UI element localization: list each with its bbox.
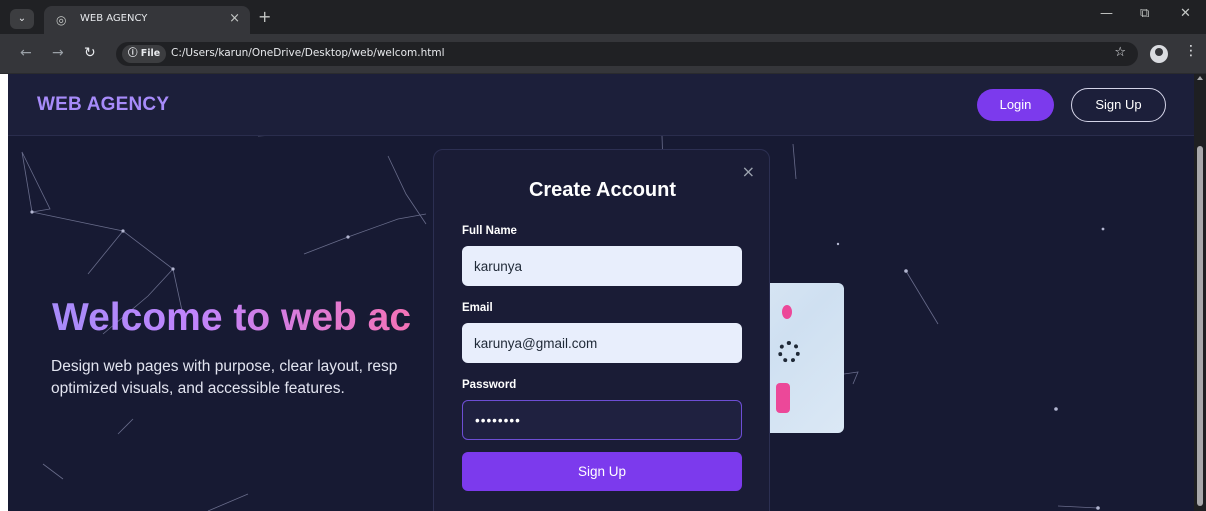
create-account-modal: × Create Account Full Name Email Passwor… bbox=[433, 149, 770, 511]
globe-icon: ◎ bbox=[56, 13, 67, 27]
modal-title: Create Account bbox=[528, 179, 677, 201]
profile-icon[interactable] bbox=[1150, 45, 1168, 63]
browser-toolbar: ← → ↻ ⓘ File C:/Users/karun/OneDrive/Des… bbox=[0, 34, 1206, 74]
reload-icon[interactable]: ↻ bbox=[84, 45, 96, 61]
site-header: WEB AGENCY Login Sign Up bbox=[8, 74, 1194, 136]
password-field[interactable] bbox=[462, 400, 742, 440]
browser-tab[interactable]: ◎ WEB AGENCY × bbox=[44, 6, 250, 34]
star-icon[interactable]: ☆ bbox=[1114, 45, 1126, 60]
gear-icon bbox=[778, 341, 800, 363]
page-scrollbar[interactable] bbox=[1194, 74, 1206, 511]
url-text[interactable]: C:/Users/karun/OneDrive/Desktop/web/welc… bbox=[171, 47, 445, 59]
full-name-field[interactable] bbox=[462, 246, 742, 286]
scroll-up-icon[interactable] bbox=[1197, 76, 1203, 80]
email-label: Email bbox=[462, 302, 493, 314]
new-tab-button[interactable]: + bbox=[258, 7, 271, 26]
brand-logo[interactable]: WEB AGENCY bbox=[37, 94, 169, 116]
scroll-thumb[interactable] bbox=[1197, 146, 1203, 506]
tab-search-button[interactable]: ⌄ bbox=[10, 9, 34, 29]
back-arrow-icon[interactable]: ← bbox=[20, 45, 32, 61]
chevron-down-icon: ⌄ bbox=[17, 13, 27, 24]
window-minimize-button[interactable]: — bbox=[1100, 6, 1113, 21]
forward-arrow-icon[interactable]: → bbox=[52, 45, 64, 61]
kebab-menu-icon[interactable]: ⋮ bbox=[1184, 43, 1198, 59]
full-name-label: Full Name bbox=[462, 225, 517, 237]
window-restore-button[interactable]: ⧉ bbox=[1140, 6, 1149, 21]
signup-submit-button[interactable]: Sign Up bbox=[462, 452, 742, 491]
page-viewport: WEB AGENCY Login Sign Up Welcome to web … bbox=[8, 74, 1194, 511]
tab-close-icon[interactable]: × bbox=[229, 11, 240, 26]
illustration-figure bbox=[776, 383, 790, 413]
signup-button[interactable]: Sign Up bbox=[1071, 88, 1166, 122]
login-button[interactable]: Login bbox=[977, 89, 1054, 121]
illustration-pin bbox=[782, 305, 792, 319]
address-bar[interactable]: ⓘ File C:/Users/karun/OneDrive/Desktop/w… bbox=[116, 42, 1138, 66]
email-field[interactable] bbox=[462, 323, 742, 363]
tab-title: WEB AGENCY bbox=[80, 13, 148, 24]
password-label: Password bbox=[462, 379, 517, 391]
site-info-badge[interactable]: ⓘ File bbox=[122, 45, 167, 63]
window-close-button[interactable]: ✕ bbox=[1180, 6, 1191, 21]
browser-tab-bar: ⌄ ◎ WEB AGENCY × + — ⧉ ✕ bbox=[0, 0, 1206, 34]
hero-title: Welcome to web ac bbox=[52, 296, 412, 339]
